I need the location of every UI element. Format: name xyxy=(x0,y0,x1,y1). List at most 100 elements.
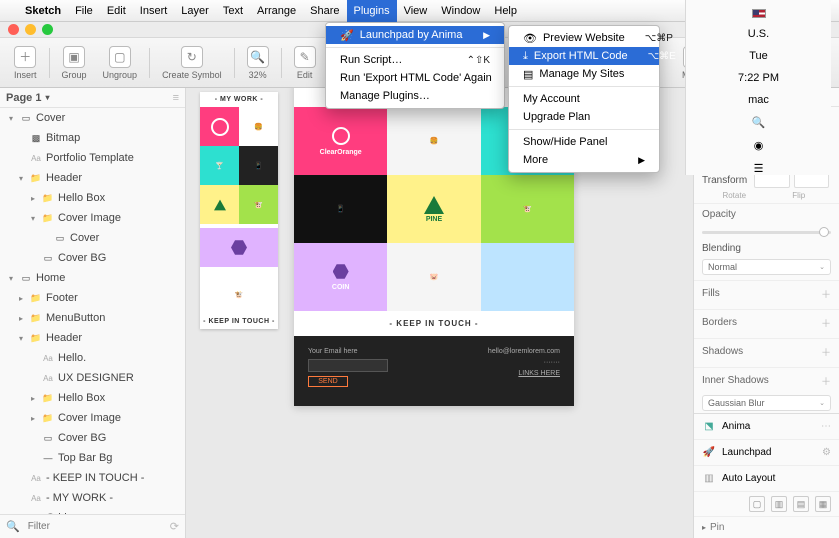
menu-export-html[interactable]: ⤓Export HTML Code⌥⌘E xyxy=(509,47,659,65)
tile-icon: 🍸 xyxy=(200,146,239,185)
siri-icon[interactable]: ◉ xyxy=(754,139,764,152)
notification-center-icon[interactable]: ☰ xyxy=(754,162,764,175)
layer-row[interactable]: ▸📁MenuButton xyxy=(0,308,185,328)
artboard-thumb-cover[interactable]: - MY WORK - 🍔 🍸 📱 🐮 🐮 - KEEP IN TOUCH - xyxy=(200,92,278,329)
create-symbol-button[interactable]: ↻Create Symbol xyxy=(154,46,230,80)
flag-icon[interactable] xyxy=(752,9,766,18)
menu-preview-website[interactable]: 👁Preview Website⌥⌘P xyxy=(509,29,659,47)
layer-row[interactable]: —Top Bar Bg xyxy=(0,448,185,468)
disclosure-icon[interactable]: ▾ xyxy=(6,114,16,123)
menu-plugins[interactable]: Plugins xyxy=(347,0,397,22)
layer-label: Header xyxy=(46,172,82,184)
disclosure-icon[interactable]: ▾ xyxy=(16,334,26,343)
disclosure-icon[interactable]: ▸ xyxy=(28,394,38,403)
disclosure-icon[interactable]: ▸ xyxy=(16,294,26,303)
plugin-autolayout[interactable]: ▥Auto Layout xyxy=(694,466,839,492)
layer-row[interactable]: AaPortfolio Template xyxy=(0,148,185,168)
menu-run-again[interactable]: Run 'Export HTML Code' Again⌃⇧R xyxy=(326,69,504,87)
blur-select[interactable]: Gaussian Blur⌄ xyxy=(702,395,831,411)
menu-share[interactable]: Share xyxy=(303,0,346,22)
disclosure-icon[interactable]: ▸ xyxy=(28,414,38,423)
menu-layer[interactable]: Layer xyxy=(174,0,216,22)
menu-file[interactable]: File xyxy=(68,0,100,22)
cell-cow: 🐮 xyxy=(481,175,574,243)
filter-options-icon[interactable]: ⟳ xyxy=(170,520,179,533)
layer-row[interactable]: ▩Bitmap xyxy=(0,128,185,148)
disclosure-icon[interactable]: ▸ xyxy=(28,194,38,203)
footer-email-input[interactable] xyxy=(308,359,388,372)
menu-run-script[interactable]: Run Script…⌃⇧K xyxy=(326,51,504,69)
layout-opt-icon[interactable]: ▥ xyxy=(771,496,787,512)
layer-row[interactable]: Aa- MY WORK - xyxy=(0,488,185,508)
gear-icon[interactable]: ⚙ xyxy=(822,447,831,458)
menu-text[interactable]: Text xyxy=(216,0,250,22)
panel-grip-icon[interactable]: ≡ xyxy=(173,92,179,104)
blend-mode-select[interactable]: Normal⌄ xyxy=(702,259,831,275)
menu-my-account[interactable]: My Account xyxy=(509,90,659,108)
menu-window[interactable]: Window xyxy=(434,0,487,22)
menu-launchpad-by-anima[interactable]: 🚀 Launchpad by Anima▶ xyxy=(326,26,504,44)
add-inner-shadow-button[interactable]: ＋ xyxy=(821,373,831,388)
disclosure-icon[interactable]: ▸ xyxy=(16,314,26,323)
search-icon[interactable]: 🔍 xyxy=(752,116,766,129)
layer-row[interactable]: AaUX DESIGNER xyxy=(0,368,185,388)
minimize-window-button[interactable] xyxy=(25,24,36,35)
menu-view[interactable]: View xyxy=(397,0,435,22)
menu-show-hide-panel[interactable]: Show/Hide Panel xyxy=(509,133,659,151)
add-shadow-button[interactable]: ＋ xyxy=(821,344,831,359)
menu-arrange[interactable]: Arrange xyxy=(250,0,303,22)
layer-row[interactable]: ▸📁Hello Box xyxy=(0,188,185,208)
layout-opt-icon[interactable]: ▤ xyxy=(793,496,809,512)
layout-opt-icon[interactable]: ▢ xyxy=(749,496,765,512)
menu-edit[interactable]: Edit xyxy=(100,0,133,22)
layer-row[interactable]: ▭Cover BG xyxy=(0,428,185,448)
zoom-control[interactable]: 🔍32% xyxy=(239,46,277,80)
layer-row[interactable]: ▸📁Footer xyxy=(0,288,185,308)
rotate-field[interactable] xyxy=(754,172,790,188)
menu-manage-sites[interactable]: ▤Manage My Sites xyxy=(509,65,659,83)
app-menu[interactable]: Sketch xyxy=(18,0,68,22)
layout-icon: ▥ xyxy=(702,472,716,486)
layer-row[interactable]: ▭Cover BG xyxy=(0,248,185,268)
launchpad-submenu: 👁Preview Website⌥⌘P ⤓Export HTML Code⌥⌘E… xyxy=(508,25,660,173)
layer-row[interactable]: ▾▭Home xyxy=(0,268,185,288)
rect-icon: ▭ xyxy=(53,233,67,244)
layout-opt-icon[interactable]: ▦ xyxy=(815,496,831,512)
add-border-button[interactable]: ＋ xyxy=(821,315,831,330)
flip-field[interactable] xyxy=(794,172,830,188)
cell-clearorange: ClearOrange xyxy=(294,107,387,175)
group-button[interactable]: ▣Group xyxy=(54,46,95,80)
add-fill-button[interactable]: ＋ xyxy=(821,286,831,301)
layer-row[interactable]: ▾📁Header xyxy=(0,328,185,348)
disclosure-icon[interactable]: ▾ xyxy=(28,214,38,223)
plugin-launchpad[interactable]: 🚀Launchpad⚙ xyxy=(694,440,839,466)
disclosure-icon[interactable]: ▾ xyxy=(6,274,16,283)
edit-button[interactable]: ✎Edit xyxy=(286,46,324,80)
menu-upgrade-plan[interactable]: Upgrade Plan xyxy=(509,108,659,126)
zoom-window-button[interactable] xyxy=(42,24,53,35)
layer-row[interactable]: AaHello. xyxy=(0,348,185,368)
menu-help[interactable]: Help xyxy=(487,0,524,22)
cell-pine: PINE xyxy=(387,175,480,243)
close-window-button[interactable] xyxy=(8,24,19,35)
user-label[interactable]: mac xyxy=(748,94,769,106)
pin-row[interactable]: ▸Pin xyxy=(694,516,839,538)
layer-row[interactable]: Aa- KEEP IN TOUCH - xyxy=(0,468,185,488)
plugin-anima[interactable]: ⬔Anima⋯ xyxy=(694,414,839,440)
opacity-slider[interactable] xyxy=(702,231,831,234)
layer-row[interactable]: ▸📁Hello Box xyxy=(0,388,185,408)
layer-row[interactable]: ▭Cover xyxy=(0,228,185,248)
menu-insert[interactable]: Insert xyxy=(133,0,175,22)
filter-input[interactable] xyxy=(28,521,162,532)
layer-row[interactable]: ▾▭Cover xyxy=(0,108,185,128)
menu-manage-plugins[interactable]: Manage Plugins… xyxy=(326,87,504,105)
layer-row[interactable]: ▸📁Cover Image xyxy=(0,408,185,428)
ungroup-button[interactable]: ▢Ungroup xyxy=(95,46,146,80)
menu-more[interactable]: More▶ xyxy=(509,151,659,169)
layer-row[interactable]: ▾📁Cover Image xyxy=(0,208,185,228)
send-button[interactable]: SEND xyxy=(308,376,348,387)
insert-button[interactable]: ＋Insert xyxy=(6,46,45,80)
layer-row[interactable]: ▾📁Header xyxy=(0,168,185,188)
disclosure-icon[interactable]: ▾ xyxy=(16,174,26,183)
pages-header[interactable]: Page 1▾ ≡ xyxy=(0,88,185,108)
